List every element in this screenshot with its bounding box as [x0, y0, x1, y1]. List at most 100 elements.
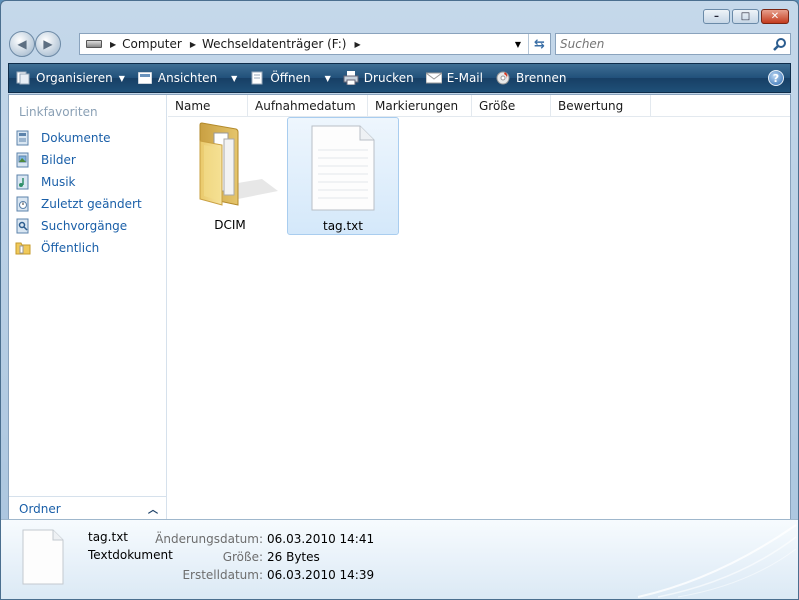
nav-item-label: Öffentlich — [41, 241, 100, 255]
breadcrumb-computer[interactable]: Computer — [122, 37, 182, 51]
column-header-tags[interactable]: Markierungen — [368, 95, 472, 117]
minimize-icon: – — [714, 10, 719, 22]
favorites-list: Dokumente Bilder Musik Zuletzt geändert … — [13, 127, 163, 259]
nav-item-label: Bilder — [41, 153, 76, 167]
details-properties: Änderungsdatum: 06.03.2010 14:41 Größe: … — [151, 530, 374, 584]
folder-icon — [182, 121, 278, 214]
navigation-row: ◀ ▶ ▶ Computer ▶ Wechseldatenträger (F:)… — [9, 31, 791, 57]
nav-item-label: Zuletzt geändert — [41, 197, 142, 211]
breadcrumb-separator-icon[interactable]: ▶ — [354, 40, 360, 49]
nav-item-documents[interactable]: Dokumente — [13, 127, 163, 149]
column-header-rating[interactable]: Bewertung — [551, 95, 651, 117]
print-icon — [343, 70, 359, 86]
folders-toggle[interactable]: Ordner ︿ — [9, 496, 166, 520]
forward-button[interactable]: ▶ — [35, 31, 61, 57]
nav-item-recently-changed[interactable]: Zuletzt geändert — [13, 193, 163, 215]
recently-changed-icon — [15, 196, 31, 212]
burn-icon — [495, 70, 511, 86]
text-file-icon — [21, 528, 65, 586]
toolbar-views-label: Ansichten — [157, 71, 218, 85]
email-icon — [425, 70, 442, 86]
column-header-size[interactable]: Größe — [472, 95, 551, 117]
pictures-icon — [15, 152, 31, 168]
file-name: DCIM — [214, 218, 246, 232]
chevron-down-icon: ▼ — [118, 73, 125, 83]
close-icon: ✕ — [770, 10, 780, 22]
text-file-icon — [308, 124, 378, 215]
views-icon — [137, 70, 153, 86]
back-arrow-icon: ◀ — [17, 37, 27, 51]
refresh-button[interactable]: ⇆ — [528, 34, 550, 54]
details-label: Änderungsdatum: — [155, 532, 263, 546]
chevron-down-icon: ▼ — [231, 73, 238, 83]
column-header-name[interactable]: Name — [168, 95, 248, 117]
nav-item-searches[interactable]: Suchvorgänge — [13, 215, 163, 237]
folders-label: Ordner — [19, 501, 61, 516]
chevron-down-icon: ▼ — [324, 73, 331, 83]
navigation-pane: Linkfavoriten Dokumente Bilder Musik Zul… — [9, 95, 167, 520]
details-row-modified: Änderungsdatum: 06.03.2010 14:41 — [151, 530, 374, 548]
nav-arrows: ◀ ▶ — [9, 31, 65, 57]
decorative-swoosh — [637, 524, 797, 598]
details-row-size: Größe: 26 Bytes — [151, 548, 374, 566]
breadcrumb-separator-icon[interactable]: ▶ — [110, 40, 116, 49]
close-button[interactable]: ✕ — [761, 9, 789, 24]
nav-item-pictures[interactable]: Bilder — [13, 149, 163, 171]
toolbar-organize-button[interactable]: Organisieren ▼ — [9, 65, 131, 91]
searches-icon — [15, 218, 31, 234]
toolbar-open-button[interactable]: Öffnen ▼ — [243, 65, 336, 91]
command-toolbar: Organisieren ▼ Ansichten ▼ Öffnen ▼ Druc… — [8, 63, 791, 93]
maximize-icon: □ — [740, 10, 751, 22]
address-bar[interactable]: ▶ Computer ▶ Wechseldatenträger (F:) ▶ ▼… — [79, 33, 551, 55]
nav-item-public[interactable]: Öffentlich — [13, 237, 163, 259]
back-button[interactable]: ◀ — [9, 31, 35, 57]
nav-item-music[interactable]: Musik — [13, 171, 163, 193]
explorer-window: – □ ✕ ◀ ▶ ▶ Computer ▶ Wechseldatenträge… — [0, 0, 799, 600]
file-item-tag-txt[interactable]: tag.txt — [287, 117, 399, 235]
details-value: 26 Bytes — [267, 550, 320, 564]
toolbar-email-button[interactable]: E-Mail — [420, 65, 489, 91]
address-dropdown-button[interactable]: ▼ — [509, 34, 527, 54]
music-icon — [15, 174, 31, 190]
details-file-name: tag.txt — [88, 530, 129, 544]
details-pane: tag.txt Textdokument Änderungsdatum: 06.… — [1, 519, 798, 599]
search-input[interactable] — [560, 37, 770, 51]
search-box[interactable] — [555, 33, 791, 55]
file-view: Name Aufnahmedatum Markierungen Größe Be… — [168, 95, 790, 520]
minimize-button[interactable]: – — [703, 9, 730, 24]
nav-item-label: Suchvorgänge — [41, 219, 128, 233]
drive-icon — [86, 40, 102, 48]
toolbar-organize-label: Organisieren — [36, 71, 113, 85]
details-value[interactable]: 06.03.2010 14:39 — [267, 568, 374, 582]
favorites-heading: Linkfavoriten — [19, 105, 98, 119]
main-area: Linkfavoriten Dokumente Bilder Musik Zul… — [8, 94, 791, 521]
organize-icon — [15, 70, 31, 86]
public-folder-icon — [15, 240, 31, 256]
search-icon[interactable] — [770, 34, 790, 54]
breadcrumb-drive[interactable]: Wechseldatenträger (F:) — [202, 37, 347, 51]
refresh-icon: ⇆ — [534, 36, 545, 52]
window-controls: – □ ✕ — [703, 9, 789, 24]
toolbar-burn-button[interactable]: Brennen — [489, 65, 572, 91]
file-item-dcim[interactable]: DCIM — [174, 117, 286, 235]
details-label: Größe: — [222, 550, 263, 564]
toolbar-burn-label: Brennen — [515, 71, 567, 85]
help-button[interactable]: ? — [768, 70, 784, 86]
column-header-date-taken[interactable]: Aufnahmedatum — [248, 95, 368, 117]
file-list: DCIM tag.txt — [168, 117, 790, 520]
toolbar-print-label: Drucken — [363, 71, 414, 85]
documents-icon — [15, 130, 31, 146]
forward-arrow-icon: ▶ — [43, 37, 53, 51]
help-icon: ? — [772, 71, 780, 85]
toolbar-print-button[interactable]: Drucken — [337, 65, 420, 91]
details-row-created: Erstelldatum: 06.03.2010 14:39 — [151, 566, 374, 584]
open-icon — [249, 70, 265, 86]
file-name: tag.txt — [322, 219, 363, 233]
nav-item-label: Musik — [41, 175, 76, 189]
chevron-up-icon: ︿ — [148, 505, 158, 516]
toolbar-open-label: Öffnen — [270, 71, 311, 85]
breadcrumb-separator-icon[interactable]: ▶ — [190, 40, 196, 49]
maximize-button[interactable]: □ — [732, 9, 759, 24]
toolbar-views-button[interactable]: Ansichten ▼ — [131, 65, 243, 91]
details-value[interactable]: 06.03.2010 14:41 — [267, 532, 374, 546]
